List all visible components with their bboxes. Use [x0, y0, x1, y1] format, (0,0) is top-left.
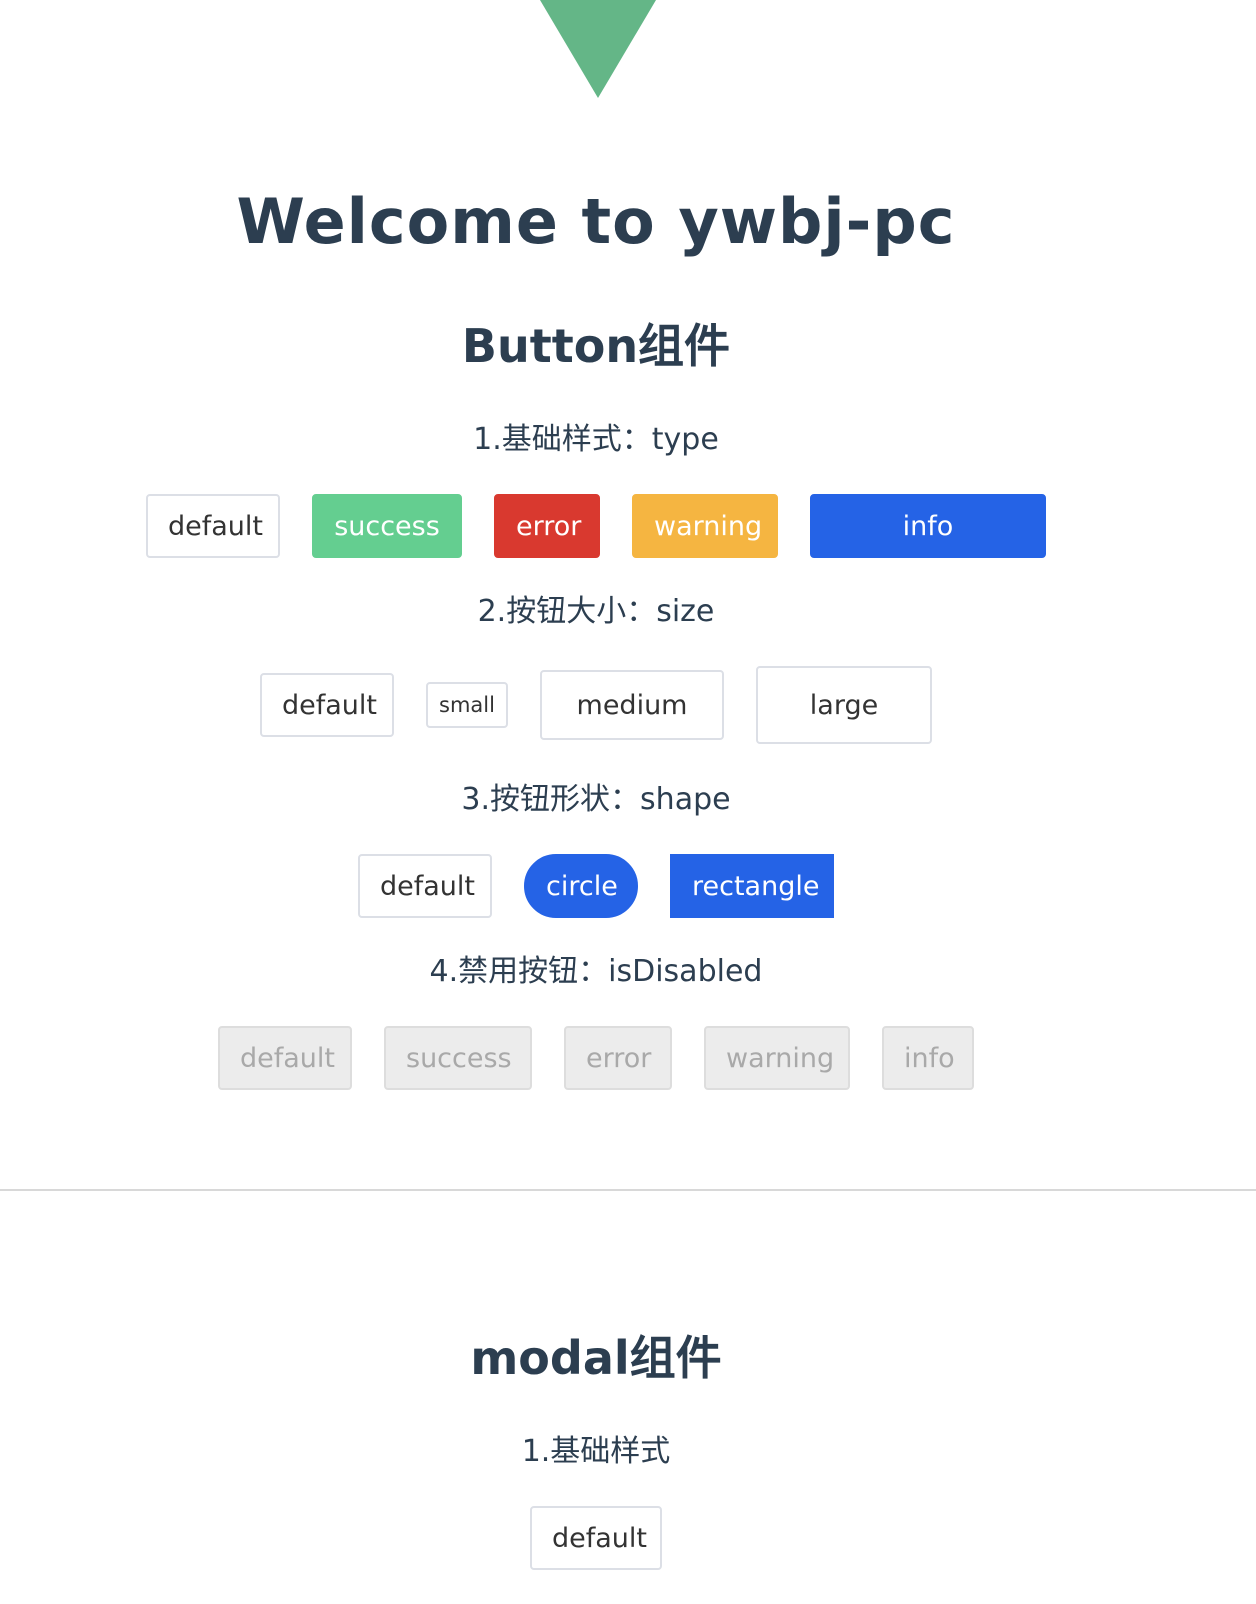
modal-section-title: modal组件 — [470, 1331, 722, 1385]
type-default-button[interactable]: default — [146, 494, 280, 558]
type-success-button[interactable]: success — [312, 494, 462, 558]
disabled-warning-button: warning — [704, 1026, 850, 1090]
disabled-success-button: success — [384, 1026, 532, 1090]
shape-group-title: 3.按钮形状：shape — [461, 782, 731, 817]
modal-basic-group-title: 1.基础样式 — [521, 1434, 671, 1469]
size-medium-button[interactable]: medium — [540, 670, 724, 740]
type-info-button[interactable]: info — [810, 494, 1046, 558]
disabled-group-title: 4.禁用按钮：isDisabled — [429, 954, 763, 989]
disabled-info-button: info — [882, 1026, 974, 1090]
type-group-title: 1.基础样式：type — [473, 422, 719, 457]
shape-rectangle-button[interactable]: rectangle — [670, 854, 834, 918]
page-title: Welcome to ywbj-pc — [236, 185, 956, 258]
type-warning-button[interactable]: warning — [632, 494, 778, 558]
disabled-button-row: default success error warning info — [0, 1026, 1192, 1090]
shape-circle-button[interactable]: circle — [524, 854, 638, 918]
modal-button-row: default — [0, 1506, 1192, 1570]
size-small-button[interactable]: small — [426, 682, 508, 728]
size-large-button[interactable]: large — [756, 666, 932, 744]
page: Welcome to ywbj-pc Button组件 1.基础样式：type … — [0, 0, 1256, 1604]
size-button-row: default small medium large — [0, 666, 1192, 744]
shape-default-button[interactable]: default — [358, 854, 492, 918]
modal-default-button[interactable]: default — [530, 1506, 662, 1570]
size-group-title: 2.按钮大小：size — [477, 594, 715, 629]
shape-button-row: default circle rectangle — [0, 854, 1192, 918]
disabled-default-button: default — [218, 1026, 352, 1090]
disabled-error-button: error — [564, 1026, 672, 1090]
type-error-button[interactable]: error — [494, 494, 600, 558]
type-button-row: default success error warning info — [0, 494, 1192, 558]
button-section-title: Button组件 — [461, 319, 731, 373]
green-triangle-logo-icon — [540, 0, 656, 98]
size-default-button[interactable]: default — [260, 673, 394, 737]
section-divider — [0, 1189, 1256, 1191]
